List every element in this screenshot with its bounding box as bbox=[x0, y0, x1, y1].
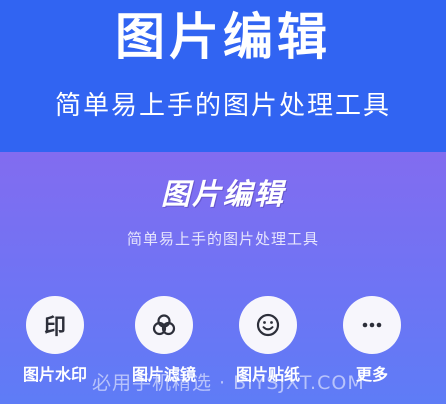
more-dots-icon bbox=[362, 322, 382, 328]
tool-watermark-label: 图片水印 bbox=[22, 365, 87, 384]
tool-more-label: 更多 bbox=[355, 365, 388, 384]
tool-sticker-label: 图片贴纸 bbox=[235, 365, 300, 384]
app-subtitle: 简单易上手的图片处理工具 bbox=[126, 230, 319, 248]
stamp-icon: 印 bbox=[43, 315, 66, 340]
tool-grid: 印 图片水印 图片滤镜 图片贴纸 更多 bbox=[0, 292, 446, 404]
tool-watermark-circle[interactable]: 印 bbox=[26, 296, 84, 354]
filter-icon bbox=[152, 314, 176, 336]
tool-filter-label: 图片滤镜 bbox=[131, 365, 196, 384]
tool-filter-circle[interactable] bbox=[135, 296, 193, 354]
tool-sticker-circle[interactable] bbox=[239, 296, 297, 354]
tool-more-circle[interactable] bbox=[343, 296, 401, 354]
tool-watermark-button[interactable]: 印 图片水印 bbox=[3, 292, 107, 392]
tool-filter-button[interactable]: 图片滤镜 bbox=[112, 292, 216, 392]
tool-sticker-button[interactable]: 图片贴纸 bbox=[216, 292, 320, 392]
tool-more-button[interactable]: 更多 bbox=[320, 292, 424, 392]
banner-title: 图片编辑 bbox=[115, 8, 331, 66]
smiley-icon bbox=[256, 313, 280, 337]
promo-banner: 图片编辑 简单易上手的图片处理工具 bbox=[0, 0, 446, 152]
banner-subtitle: 简单易上手的图片处理工具 bbox=[54, 91, 391, 121]
app-title: 图片编辑 bbox=[160, 177, 285, 211]
app-screen: 图片编辑 简单易上手的图片处理工具 印 图片水印 图片滤镜 图片贴纸 更多 必用… bbox=[0, 152, 446, 404]
